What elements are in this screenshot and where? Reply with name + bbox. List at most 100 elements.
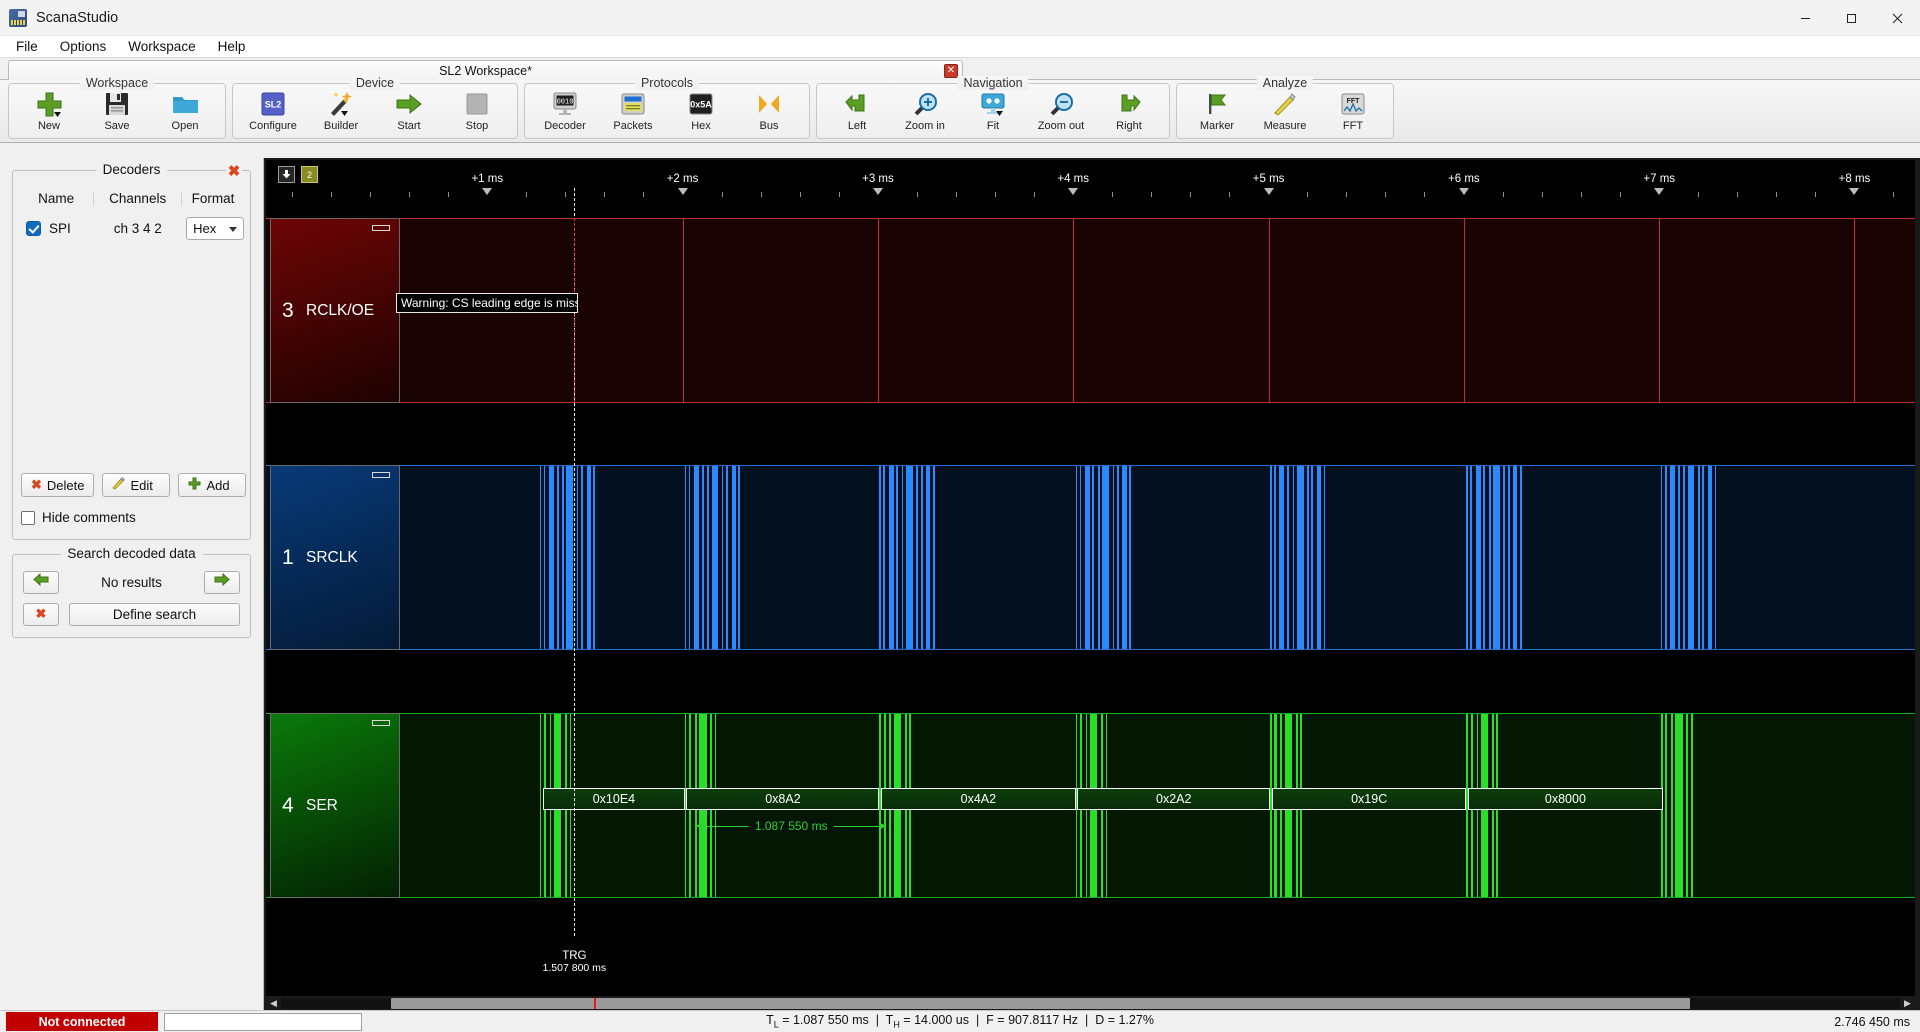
channel-grip-handle[interactable] xyxy=(372,720,390,726)
fit-button[interactable]: Fit xyxy=(959,84,1027,138)
decoders-panel-title: Decoders xyxy=(95,162,168,177)
signal-edge xyxy=(1268,219,1270,402)
menu-help[interactable]: Help xyxy=(207,37,257,56)
decoded-packet[interactable]: 0x8000 xyxy=(1468,788,1663,810)
minimize-button[interactable] xyxy=(1782,0,1828,36)
scrollbar-track[interactable] xyxy=(281,998,1900,1009)
decoded-packet[interactable]: 0x19C xyxy=(1271,788,1467,810)
horizontal-scrollbar[interactable]: ◀ ▶ xyxy=(266,997,1915,1010)
time-tick-minor xyxy=(1502,192,1504,197)
signal-pulse xyxy=(1661,466,1663,649)
channel-grip-handle[interactable] xyxy=(372,225,390,231)
decoder-enabled-checkbox[interactable] xyxy=(26,220,41,236)
download-arrow-icon[interactable] xyxy=(278,166,295,183)
channel-count-badge[interactable]: 2 xyxy=(301,166,318,183)
time-tick-minor xyxy=(1697,192,1699,197)
search-clear-button[interactable]: ✖ xyxy=(23,602,59,626)
floppy-disk-icon xyxy=(105,89,129,119)
signal-pulse xyxy=(1475,466,1481,649)
save-button[interactable]: Save xyxy=(83,84,151,138)
add-button[interactable]: Add xyxy=(178,473,247,497)
status-input[interactable] xyxy=(164,1012,362,1031)
menu-options[interactable]: Options xyxy=(49,37,118,56)
packets-button[interactable]: Packets xyxy=(599,84,667,138)
signal-pulse xyxy=(1507,466,1510,649)
stop-button[interactable]: Stop xyxy=(443,84,511,138)
signal-pulse xyxy=(684,466,687,649)
hide-comments-checkbox[interactable] xyxy=(21,510,35,525)
scroll-right-arrow-icon[interactable]: ▶ xyxy=(1900,998,1915,1009)
time-tick-minor xyxy=(1619,192,1621,197)
measure-button[interactable]: Measure xyxy=(1251,84,1319,138)
new-button[interactable]: New xyxy=(15,84,83,138)
decoded-packet[interactable]: 0x2A2 xyxy=(1077,788,1271,810)
maximize-button[interactable] xyxy=(1828,0,1874,36)
signal-pulse xyxy=(916,466,918,649)
menu-workspace[interactable]: Workspace xyxy=(117,37,206,56)
tab-close-icon[interactable]: ✕ xyxy=(944,64,958,78)
scrollbar-thumb[interactable] xyxy=(391,998,1690,1009)
time-tick-minor xyxy=(1736,192,1738,197)
signal-pulse xyxy=(543,466,546,649)
close-button[interactable] xyxy=(1874,0,1920,36)
channel-ser[interactable]: 4 SER 0x10E4 0x8A2 0x4A2 0x2A2 0x19C 0x8000 1.08… xyxy=(266,713,1915,898)
start-button[interactable]: Start xyxy=(375,84,443,138)
signal-pulse xyxy=(566,466,574,649)
signal-pulse xyxy=(1084,466,1090,649)
define-search-button[interactable]: Define search xyxy=(69,602,240,626)
zoom-out-button[interactable]: Zoom out xyxy=(1027,84,1095,138)
ribbon-group-analyze: Analyze Marker Measure FFT FFT xyxy=(1176,76,1394,139)
trigger-marker: TRG 1.507 800 ms xyxy=(543,950,607,974)
marker-button[interactable]: Marker xyxy=(1183,84,1251,138)
hide-comments-row[interactable]: Hide comments xyxy=(21,510,136,525)
time-tick-minor xyxy=(1229,192,1231,197)
ribbon-group-device: Device SL2 Configure Builder Start Stop xyxy=(232,76,518,139)
signal-pulse xyxy=(1122,466,1127,649)
magnifier-minus-icon xyxy=(1049,89,1074,119)
measurement-arrow-left xyxy=(696,822,704,830)
zoom-in-button[interactable]: Zoom in xyxy=(891,84,959,138)
decoded-packet[interactable]: 0x10E4 xyxy=(543,788,685,810)
fft-button[interactable]: FFT FFT xyxy=(1319,84,1387,138)
signal-pulse xyxy=(548,466,554,649)
open-button[interactable]: Open xyxy=(151,84,219,138)
channel-srclk[interactable]: 1 SRCLK xyxy=(266,465,1915,650)
right-button[interactable]: Right xyxy=(1095,84,1163,138)
channel-label-block[interactable]: 3 RCLK/OE xyxy=(270,218,400,403)
time-tick-minor xyxy=(1190,192,1192,197)
time-tick-marker xyxy=(1849,188,1860,195)
search-prev-button[interactable] xyxy=(23,570,59,594)
decoded-packet[interactable]: 0x4A2 xyxy=(881,788,1076,810)
scroll-left-arrow-icon[interactable]: ◀ xyxy=(266,998,281,1009)
signal-pulse xyxy=(1665,466,1667,649)
search-define-row: ✖ Define search xyxy=(23,601,240,627)
sl2-device-icon: SL2 xyxy=(261,89,285,119)
decoder-channels: ch 3 4 2 xyxy=(113,220,162,236)
decoder-format-select[interactable]: Hex xyxy=(186,216,244,240)
decoders-close-icon[interactable]: ✖ xyxy=(226,164,242,180)
edit-button[interactable]: Edit xyxy=(102,473,171,497)
channel-label-block[interactable]: 1 SRCLK xyxy=(270,465,400,650)
ribbon-group-protocols: Protocols 0010 Decoder Packets 0x5A Hex … xyxy=(524,76,810,139)
menu-file[interactable]: File xyxy=(5,37,49,56)
decoded-packet[interactable]: 0x8A2 xyxy=(686,788,880,810)
configure-button-label: Configure xyxy=(249,120,297,132)
time-tick-label: +3 ms xyxy=(862,173,894,185)
time-ruler[interactable]: +1 ms +2 ms +3 ms +4 ms +5 ms +6 ms +7 ms +8 ms xyxy=(266,160,1915,202)
builder-button[interactable]: Builder xyxy=(307,84,375,138)
signal-pulse xyxy=(1116,466,1119,649)
edit-button-label: Edit xyxy=(130,477,153,493)
channel-grip-handle[interactable] xyxy=(372,472,390,478)
search-next-button[interactable] xyxy=(204,570,240,594)
hex-button[interactable]: 0x5A Hex xyxy=(667,84,735,138)
delete-button[interactable]: ✖ Delete xyxy=(21,473,95,497)
table-row[interactable]: SPI ch 3 4 2 Hex xyxy=(19,215,244,241)
configure-button[interactable]: SL2 Configure xyxy=(239,84,307,138)
channel-rclk-oe[interactable]: 3 RCLK/OE Warning: CS leading edge is miss… xyxy=(266,218,1915,403)
decoder-button[interactable]: 0010 Decoder xyxy=(531,84,599,138)
signal-edge xyxy=(877,219,879,402)
time-tick-minor xyxy=(1893,192,1895,197)
waveform-canvas[interactable]: 2 +1 ms +2 ms +3 ms +4 ms +5 ms +6 ms +7 ms +8 … xyxy=(266,160,1915,996)
bus-button[interactable]: Bus xyxy=(735,84,803,138)
left-button[interactable]: Left xyxy=(823,84,891,138)
